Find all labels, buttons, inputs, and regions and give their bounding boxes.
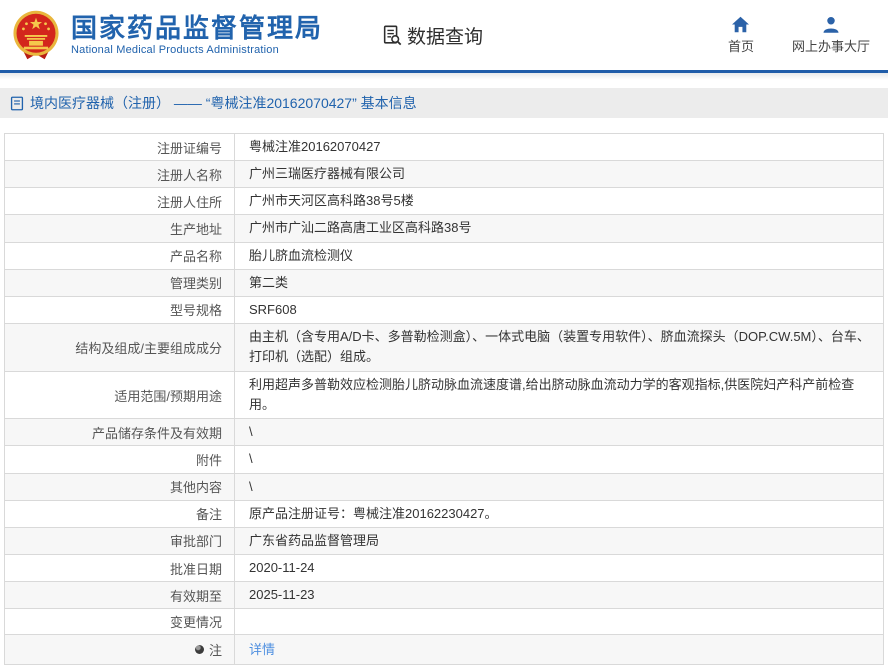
row-value: 2020-11-24 [249, 559, 315, 575]
table-row: 批准日期 2020-11-24 [5, 554, 883, 583]
nav-service-hall[interactable]: 网上办事大厅 [792, 16, 870, 55]
row-value: \ [249, 451, 253, 467]
row-label: 其他内容 [5, 473, 235, 500]
person-icon [823, 16, 839, 33]
table-row: 附件 \ [5, 446, 883, 474]
row-value: 广州市广汕二路高唐工业区高科路38号 [249, 220, 472, 236]
row-value: 原产品注册证号：粤械注准20162230427。 [249, 505, 498, 521]
row-label: 注册证编号 [5, 134, 235, 161]
nmpa-logo[interactable]: 国家药品监督管理局 National Medical Products Admi… [10, 9, 323, 61]
data-query-tab[interactable]: 数据查询 [381, 22, 483, 49]
table-row: 结构及组成/主要组成成分 由主机（含专用A/D卡、多普勒检测盒）、一体式电脑（装… [5, 323, 883, 372]
row-value: 由主机（含专用A/D卡、多普勒检测盒）、一体式电脑（装置专用软件）、脐血流探头（… [249, 329, 870, 365]
details-link[interactable]: 详情 [249, 640, 275, 660]
row-value: SRF608 [249, 301, 297, 317]
row-value: 广东省药品监督管理局 [249, 532, 380, 548]
row-label: 审批部门 [5, 527, 235, 554]
data-query-label: 数据查询 [407, 26, 484, 48]
row-value: 详情 [235, 635, 883, 664]
row-label: 变更情况 [5, 609, 235, 635]
row-label: 管理类别 [5, 269, 235, 296]
table-row: 备注 原产品注册证号：粤械注准20162230427。 [5, 500, 883, 528]
row-label: 备注 [5, 500, 235, 527]
table-row: 变更情况 [5, 609, 883, 636]
row-label: 生产地址 [5, 215, 235, 242]
row-label: 结构及组成/主要组成成分 [5, 323, 235, 371]
registration-info-table: 注册证编号 粤械注准20162070427 注册人名称 广州三瑞医疗器械有限公司… [4, 133, 884, 665]
table-row: 审批部门 广东省药品监督管理局 [5, 527, 883, 555]
note-icon [194, 645, 204, 655]
header-nav: 首页 网上办事大厅 [728, 16, 870, 55]
table-row: 注 详情 [5, 635, 883, 665]
table-row: 有效期至 2025-11-23 [5, 582, 883, 610]
table-row: 适用范围/预期用途 利用超声多普勒效应检测胎儿脐动脉血流速度谱,给出脐动脉血流动… [5, 371, 883, 420]
table-row: 生产地址 广州市广汕二路高唐工业区高科路38号 [5, 215, 883, 243]
row-value: 第二类 [249, 274, 289, 290]
table-row: 管理类别 第二类 [5, 269, 883, 297]
row-label: 适用范围/预期用途 [5, 371, 235, 419]
table-row: 注册证编号 粤械注准20162070427 [5, 134, 883, 162]
home-icon [732, 16, 750, 32]
row-value: \ [249, 424, 253, 440]
header-shadow [0, 73, 888, 80]
table-row: 注册人住所 广州市天河区高科路38号5楼 [5, 188, 883, 216]
row-value: 2025-11-23 [249, 587, 315, 603]
nav-home[interactable]: 首页 [728, 16, 754, 55]
page-header: 国家药品监督管理局 National Medical Products Admi… [0, 0, 888, 73]
row-label: 产品名称 [5, 242, 235, 269]
table-row: 其他内容 \ [5, 473, 883, 501]
table-row: 型号规格 SRF608 [5, 296, 883, 324]
table-row: 注册人名称 广州三瑞医疗器械有限公司 [5, 161, 883, 189]
breadcrumb-text: 境内医疗器械（注册） —— “粤械注准20162070427” 基本信息 [30, 95, 417, 111]
row-value [235, 609, 883, 634]
document-search-icon [383, 25, 402, 46]
row-label: 批准日期 [5, 554, 235, 582]
row-value: 胎儿脐血流检测仪 [249, 247, 354, 263]
table-row: 产品名称 胎儿脐血流检测仪 [5, 242, 883, 270]
nav-home-label: 首页 [727, 38, 754, 54]
nav-service-hall-label: 网上办事大厅 [791, 38, 870, 54]
row-label: 注册人名称 [5, 161, 235, 188]
row-label: 注 [5, 635, 235, 665]
row-label: 附件 [5, 446, 235, 473]
row-value: 粤械注准20162070427 [249, 139, 381, 154]
site-title: 国家药品监督管理局 [71, 12, 324, 43]
row-label: 产品储存条件及有效期 [5, 419, 235, 446]
row-value: \ [249, 478, 253, 494]
row-label: 有效期至 [5, 582, 235, 609]
row-label: 型号规格 [5, 296, 235, 323]
row-label: 注册人住所 [5, 188, 235, 215]
national-emblem-icon [13, 10, 59, 60]
site-subtitle: National Medical Products Administration [71, 44, 279, 57]
row-value: 广州市天河区高科路38号5楼 [249, 193, 414, 209]
breadcrumb: 境内医疗器械（注册） —— “粤械注准20162070427” 基本信息 [0, 88, 888, 118]
row-value: 广州三瑞医疗器械有限公司 [249, 166, 406, 182]
page-icon [10, 96, 24, 110]
table-row: 产品储存条件及有效期 \ [5, 419, 883, 447]
row-value: 利用超声多普勒效应检测胎儿脐动脉血流速度谱,给出脐动脉血流动力学的客观指标,供医… [249, 376, 855, 413]
